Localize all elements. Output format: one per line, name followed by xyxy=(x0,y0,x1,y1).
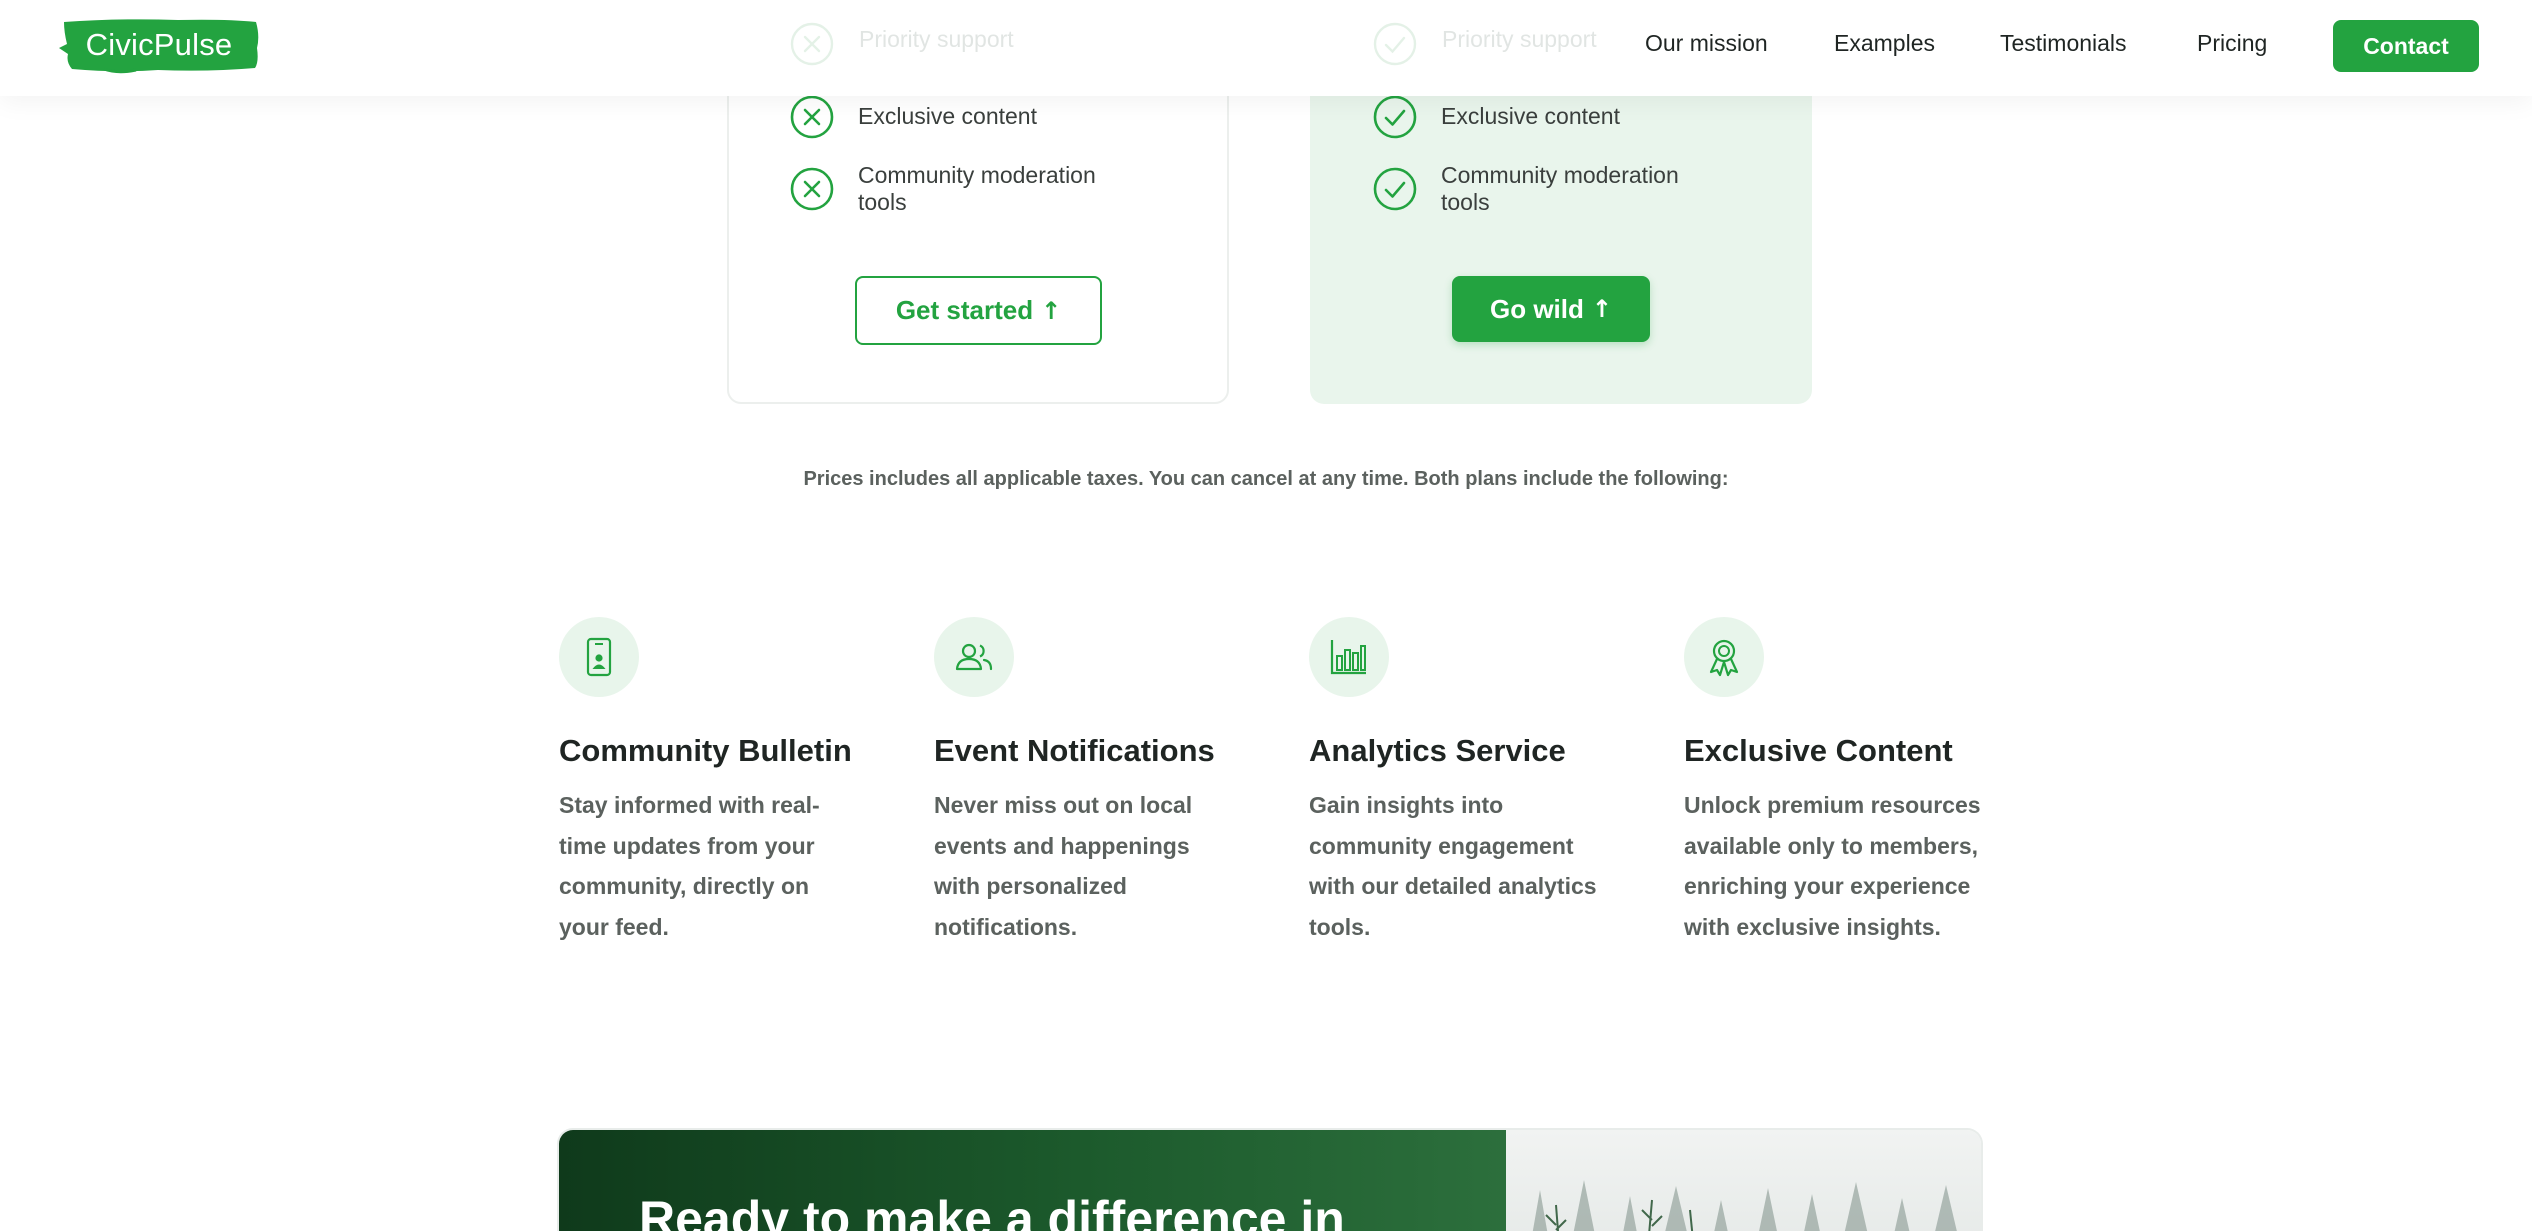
cta-title: Ready to make a difference in xyxy=(639,1191,1345,1231)
x-circle-icon xyxy=(790,22,834,66)
go-wild-label: Go wild xyxy=(1490,293,1584,324)
users-icon xyxy=(955,643,993,671)
brand-logo[interactable]: CivicPulse xyxy=(58,18,260,74)
go-wild-button[interactable]: Go wild ↑ xyxy=(1452,276,1650,342)
feature-desc: Never miss out on local events and happe… xyxy=(934,792,1193,940)
award-icon xyxy=(1709,639,1739,677)
forest-image xyxy=(1532,1180,1957,1231)
mobile-user-icon xyxy=(586,637,612,677)
cta-panel: Ready to make a difference in xyxy=(559,1130,1506,1231)
x-circle-icon xyxy=(790,167,834,211)
arrow-up-icon: ↑ xyxy=(1041,296,1062,325)
pro-feature-community-moderation: Community moderation tools xyxy=(1373,162,1731,216)
contact-button[interactable]: Contact xyxy=(2333,20,2479,72)
get-started-label: Get started xyxy=(895,295,1034,325)
feature-label: Community moderation tools xyxy=(1441,162,1679,215)
cta-image xyxy=(1506,1130,1981,1231)
arrow-up-icon: ↑ xyxy=(1591,295,1612,323)
check-circle-icon xyxy=(1373,95,1417,139)
feature-exclusive-content: Exclusive Content Unlock premium resourc… xyxy=(1684,617,1984,947)
feature-icon-badge xyxy=(1684,617,1764,697)
bar-chart-icon xyxy=(1330,640,1366,675)
feature-analytics-service: Analytics Service Gain insights into com… xyxy=(1309,617,1609,947)
feature-desc: Unlock premium resources available only … xyxy=(1684,792,1981,940)
feature-label: Community moderation tools xyxy=(858,162,1096,215)
nav-pricing[interactable]: Pricing xyxy=(2197,30,2267,57)
nav-examples[interactable]: Examples xyxy=(1834,30,1935,57)
feature-desc: Stay informed with real-time updates fro… xyxy=(559,792,820,940)
feature-event-notifications: Event Notifications Never miss out on lo… xyxy=(934,617,1234,947)
feature-desc: Gain insights into community engagement … xyxy=(1309,792,1597,940)
feature-community-bulletin: Community Bulletin Stay informed with re… xyxy=(559,617,859,947)
feature-icon-badge xyxy=(934,617,1014,697)
cta-banner: Ready to make a difference in xyxy=(559,1130,1981,1231)
feature-icon-badge xyxy=(1309,617,1389,697)
nav-testimonials[interactable]: Testimonials xyxy=(2000,30,2127,57)
feature-label: Exclusive content xyxy=(1441,103,1620,129)
x-circle-icon xyxy=(790,95,834,139)
prices-note: Prices includes all applicable taxes. Yo… xyxy=(803,468,1729,490)
basic-feature-priority-support: Priority support xyxy=(859,26,1014,52)
check-circle-icon xyxy=(1373,22,1417,66)
feature-title: Exclusive Content xyxy=(1684,733,1953,768)
feature-title: Event Notifications xyxy=(934,733,1215,768)
brand-name: CivicPulse xyxy=(85,27,233,62)
basic-feature-exclusive-content: Exclusive content xyxy=(790,95,1037,139)
pro-feature-priority-support: Priority support xyxy=(1442,26,1597,52)
nav-our-mission[interactable]: Our mission xyxy=(1645,30,1768,57)
get-started-button[interactable]: Get started ↑ xyxy=(855,276,1102,345)
basic-feature-community-moderation: Community moderation tools xyxy=(790,162,1148,216)
check-circle-icon xyxy=(1373,167,1417,211)
pro-feature-exclusive-content: Exclusive content xyxy=(1373,95,1620,139)
site-header: CivicPulse Our mission Examples Testimon… xyxy=(0,0,2532,96)
feature-title: Community Bulletin xyxy=(559,733,852,768)
feature-label: Exclusive content xyxy=(858,103,1037,129)
feature-icon-badge xyxy=(559,617,639,697)
feature-title: Analytics Service xyxy=(1309,733,1566,768)
